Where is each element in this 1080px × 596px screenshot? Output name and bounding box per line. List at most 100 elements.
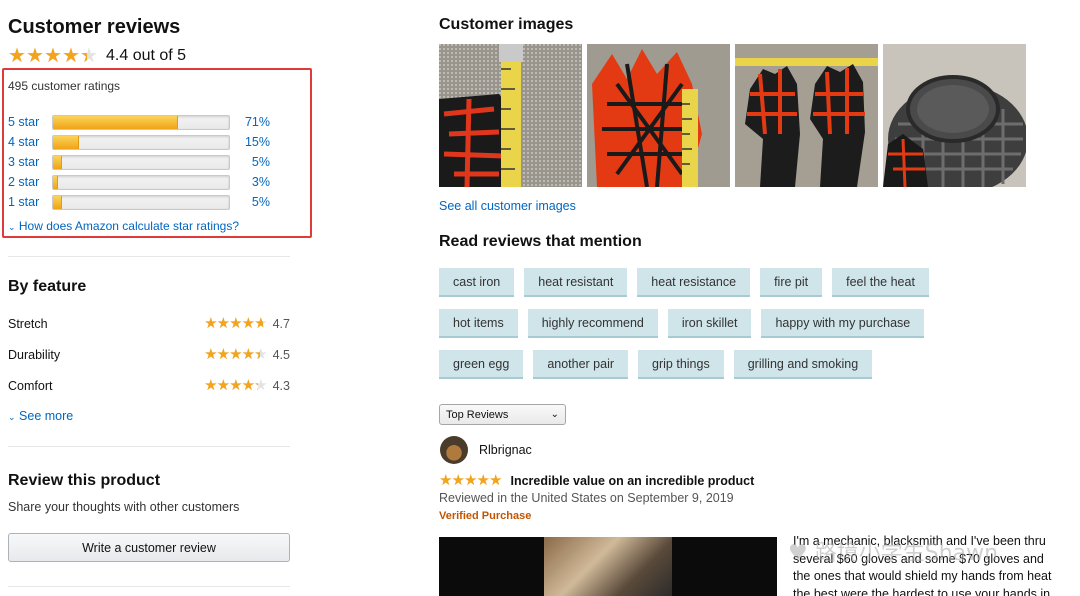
mention-chip[interactable]: feel the heat [832,268,929,297]
histogram-percent[interactable]: 71% [230,115,270,129]
histogram-star-label[interactable]: 5 star [8,115,52,129]
by-feature-title: By feature [8,278,87,295]
feature-stars: ★★★★★★★★★★ [204,378,267,393]
sort-selected: Top Reviews [446,408,509,421]
customer-images-strip [439,44,1026,187]
star-icon: ★★ [241,377,256,394]
mentions-title: Read reviews that mention [439,233,642,250]
histogram-bar[interactable] [52,114,230,130]
calc-ratings-label: How does Amazon calculate star ratings? [18,219,240,233]
star-icon: ★★ [451,472,465,489]
star-icon: ★★ [489,472,503,489]
star-icon: ★★ [204,315,218,332]
histogram-percent[interactable]: 5% [230,195,270,209]
histogram-row[interactable]: 1 star 5% [8,192,290,212]
star-icon: ★★ [216,346,231,363]
histogram-percent[interactable]: 15% [230,135,270,149]
star-icon: ★★ [439,472,453,489]
feature-row: Durability★★★★★★★★★★4.5 [8,347,290,362]
feature-row: Comfort★★★★★★★★★★4.3 [8,378,290,393]
histogram-row[interactable]: 5 star 71% [8,112,290,132]
histogram-row[interactable]: 3 star 5% [8,152,290,172]
review-title[interactable]: Incredible value on an incredible produc… [511,474,755,488]
mention-chip[interactable]: fire pit [760,268,823,297]
sort-select[interactable]: Top Reviews ⌄ [439,404,566,425]
mention-chip[interactable]: heat resistant [524,268,628,297]
chevron-down-icon: ⌄ [8,222,16,232]
feature-name: Stretch [8,316,48,331]
histogram-row[interactable]: 2 star 3% [8,172,290,192]
mention-chip[interactable]: heat resistance [637,268,751,297]
review-product-title: Review this product [8,472,161,489]
mention-chip[interactable]: hot items [439,309,518,338]
feature-rating-value: 4.7 [272,316,290,331]
mention-chip[interactable]: highly recommend [527,309,658,338]
review-stars: ★ ★ ★ ★ ★ ★ ★ ★ ★ ★ [439,473,502,488]
watermark-icon: ♥ [788,541,808,566]
avatar[interactable] [440,436,468,464]
star-icon: ★★ [254,377,268,394]
chip-row: cast iron heat resistant heat resistance fi… [439,268,999,297]
verified-badge: Verified Purchase [439,510,532,522]
histogram-bar-fill [53,135,80,149]
customer-image-2[interactable] [587,44,730,187]
mention-chip[interactable]: grip things [638,350,724,379]
customer-image-1[interactable] [439,44,582,187]
see-more-link[interactable]: ⌄ See more [8,409,73,423]
histogram-star-label[interactable]: 4 star [8,135,52,149]
feature-name: Durability [8,347,61,362]
chip-row: hot items highly recommend iron skillet hap… [439,309,999,338]
mention-chip[interactable]: cast iron [439,268,515,297]
histogram-bar[interactable] [52,154,230,170]
review-date: Reviewed in the United States on Septemb… [439,491,734,505]
divider [8,256,290,257]
mention-chip[interactable]: grilling and smoking [733,350,873,379]
histogram-bar[interactable] [52,174,230,190]
histogram-percent[interactable]: 5% [230,155,270,169]
feature-rating: ★ ★ ★ ★ ★ ★ ★ ★ ★ ★ 4.7 [204,316,290,331]
see-all-images-link[interactable]: See all customer images [439,199,576,213]
feature-rating-value: 4.5 [272,347,290,362]
mention-chip[interactable]: happy with my purchase [761,309,925,338]
reviews-title: Customer reviews [8,16,181,38]
histogram-bar[interactable] [52,194,230,210]
histogram-star-label[interactable]: 1 star [8,195,52,209]
overall-rating: ★★★★★★★★★★ 4.4 out of 5 [8,46,186,66]
review-header: ★ ★ ★ ★ ★ ★ ★ ★ ★ ★ Incredible value on an incred… [439,473,754,488]
star-icon: ★★ [254,346,268,363]
customer-image-4[interactable] [883,44,1026,187]
review-author[interactable]: Rlbrignac [479,443,532,457]
write-review-button[interactable]: Write a customer review [8,533,290,562]
star-icon: ★★ [216,315,231,332]
chevron-down-icon: ⌄ [8,412,16,422]
histogram-row[interactable]: 4 star 15% [8,132,290,152]
histogram-percent[interactable]: 3% [230,175,270,189]
star-icon: ★★ [80,45,98,67]
mention-chip[interactable]: green egg [439,350,524,379]
feature-row: Stretch ★ ★ ★ ★ ★ ★ ★ ★ ★ ★ 4.7 [8,316,290,331]
star-icon: ★★ [229,377,243,394]
star-icon: ★★ [204,346,218,363]
customer-image-3[interactable] [735,44,878,187]
mention-chip[interactable]: iron skillet [667,309,752,338]
customer-images-title: Customer images [439,16,574,33]
review-video[interactable] [439,537,777,596]
divider [8,586,290,587]
overall-rating-text: 4.4 out of 5 [106,47,187,64]
histogram-star-label[interactable]: 3 star [8,155,52,169]
mention-chip[interactable]: another pair [533,350,629,379]
star-icon: ★★ [241,315,256,332]
chip-row: green egg another pair grip things grilling… [439,350,999,379]
star-icon: ★★ [62,45,80,67]
histogram-bar[interactable] [52,134,230,150]
calc-ratings-link[interactable]: ⌄ How does Amazon calculate star ratings… [8,219,239,233]
histogram-star-label[interactable]: 2 star [8,175,52,189]
histogram-bar-fill [53,115,178,129]
star-icon: ★★ [26,45,44,67]
see-more-label: See more [19,409,74,423]
rating-histogram: 5 star 71% 4 star 15% 3 star 5% 2 star 3% 1 star… [8,112,290,212]
watermark: ♥ 路境小学生Shawn [788,535,998,567]
star-icon: ★★ [216,377,231,394]
star-icon: ★★ [229,346,243,363]
review-product-subtitle: Share your thoughts with other customers [8,500,240,514]
